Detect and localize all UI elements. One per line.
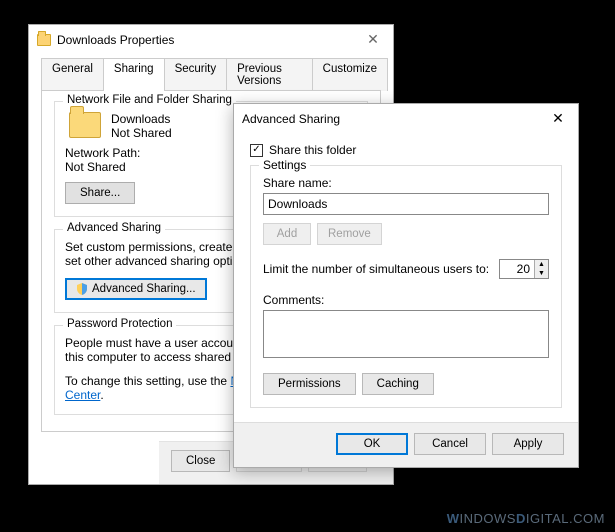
share-name-label: Share name: <box>263 176 549 190</box>
comments-input[interactable] <box>263 310 549 358</box>
remove-button: Remove <box>317 223 382 245</box>
close-icon[interactable]: ✕ <box>361 31 385 48</box>
share-name-input[interactable] <box>263 193 549 215</box>
properties-title: Downloads Properties <box>57 33 174 47</box>
advanced-sharing-legend: Advanced Sharing <box>63 222 165 234</box>
properties-titlebar: Downloads Properties ✕ <box>29 25 393 54</box>
watermark: WINDOWSDIGITAL.COM <box>447 511 605 526</box>
comments-label: Comments: <box>263 293 549 307</box>
tab-previous-versions[interactable]: Previous Versions <box>226 58 313 91</box>
settings-group: Settings Share name: Add Remove Limit th… <box>250 165 562 408</box>
advanced-sharing-body: ✓ Share this folder Settings Share name:… <box>234 133 578 422</box>
advanced-sharing-button-label: Advanced Sharing... <box>92 283 196 295</box>
limit-users-label: Limit the number of simultaneous users t… <box>263 262 489 276</box>
share-name: Downloads <box>111 112 172 126</box>
share-this-folder-label: Share this folder <box>269 143 356 157</box>
share-folder-icon <box>69 112 101 138</box>
ok-button[interactable]: OK <box>336 433 408 455</box>
advanced-sharing-title: Advanced Sharing <box>242 112 340 126</box>
cancel-button[interactable]: Cancel <box>414 433 486 455</box>
share-button[interactable]: Share... <box>65 182 135 204</box>
tab-security[interactable]: Security <box>164 58 228 91</box>
permissions-button[interactable]: Permissions <box>263 373 356 395</box>
shield-icon <box>76 283 88 295</box>
apply-button[interactable]: Apply <box>492 433 564 455</box>
caching-button[interactable]: Caching <box>362 373 434 395</box>
tab-sharing[interactable]: Sharing <box>103 58 165 91</box>
share-this-folder-checkbox[interactable]: ✓ <box>250 144 263 157</box>
share-this-folder-row: ✓ Share this folder <box>250 143 562 157</box>
properties-tabs: General Sharing Security Previous Versio… <box>41 58 387 91</box>
network-sharing-legend: Network File and Folder Sharing <box>63 94 236 106</box>
limit-users-input[interactable] <box>500 260 534 278</box>
close-icon[interactable]: ✕ <box>546 110 570 127</box>
password-protection-legend: Password Protection <box>63 318 176 330</box>
advanced-sharing-footer: OK Cancel Apply <box>234 422 578 467</box>
close-button[interactable]: Close <box>171 450 230 472</box>
advanced-sharing-dialog: Advanced Sharing ✕ ✓ Share this folder S… <box>233 103 579 468</box>
share-status: Not Shared <box>111 126 172 140</box>
password-desc2-prefix: To change this setting, use the <box>65 374 230 388</box>
spinner-up-icon[interactable]: ▲ <box>535 260 548 269</box>
advanced-sharing-button[interactable]: Advanced Sharing... <box>65 278 207 300</box>
advanced-sharing-titlebar: Advanced Sharing ✕ <box>234 104 578 133</box>
folder-icon <box>37 34 51 46</box>
limit-users-spinner[interactable]: ▲ ▼ <box>499 259 549 279</box>
add-button: Add <box>263 223 311 245</box>
spinner-down-icon[interactable]: ▼ <box>535 269 548 278</box>
tab-general[interactable]: General <box>41 58 104 91</box>
settings-legend: Settings <box>259 158 310 172</box>
tab-customize[interactable]: Customize <box>312 58 388 91</box>
